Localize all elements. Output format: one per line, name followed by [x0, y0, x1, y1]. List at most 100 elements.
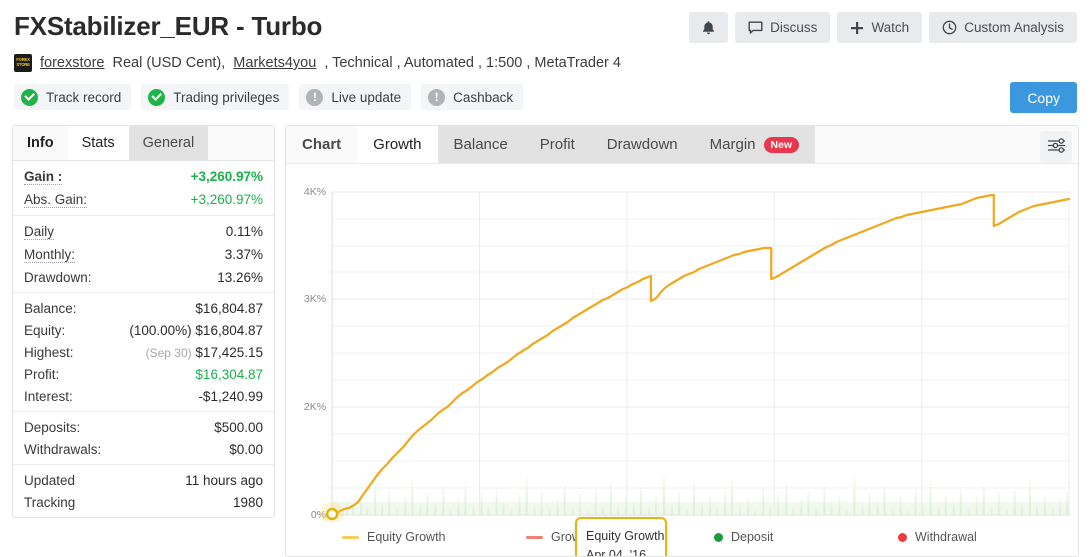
watch-label: Watch [871, 20, 910, 35]
stat-value: +3,260.97% [190, 191, 263, 207]
stat-value: $16,304.87 [195, 366, 263, 382]
header-actions: Discuss Watch Custom Analysis [689, 12, 1077, 43]
stat-value: $0.00 [229, 441, 263, 457]
title-row: FXStabilizer_EUR - Turbo Discuss Watch C… [14, 10, 1077, 43]
chart-panel: Chart Growth Balance Profit Drawdown Mar… [285, 125, 1079, 557]
stat-value-wrap: (Sep 30) $17,425.15 [146, 345, 263, 360]
stat-label: Withdrawals: [24, 441, 102, 457]
stat-value: +3,260.97% [190, 168, 263, 184]
comment-icon [748, 21, 763, 35]
stat-row-equity: Equity: (100.00%) $16,804.87 [24, 319, 263, 341]
check-circle-icon [148, 88, 166, 106]
notify-button[interactable] [689, 12, 729, 43]
chart-gridlines [331, 191, 1070, 516]
stat-value: $16,804.87 [195, 322, 263, 338]
stat-row-daily: Daily 0.11% [24, 220, 263, 243]
sliders-icon [1047, 137, 1066, 157]
legend-line-icon [342, 535, 359, 539]
stat-label: Equity: [24, 322, 66, 338]
page-title: FXStabilizer_EUR - Turbo [14, 11, 323, 41]
ytick-label: 2K% [304, 401, 326, 413]
tab-margin-label: Margin [709, 136, 756, 153]
stat-label: Gain : [24, 168, 63, 185]
badge-label: Cashback [453, 89, 514, 105]
stat-group-account: Balance: $16,804.87 Equity: (100.00%) $1… [13, 292, 274, 411]
growth-chart[interactable]: 4K% 3K% 2K% 0% Equity Growth Apr 04, '16 [286, 164, 1078, 556]
stat-row-withdrawals: Withdrawals: $0.00 [24, 438, 263, 460]
stat-row-gain: Gain : +3,260.97% [24, 165, 263, 188]
info-panel: Info Stats General Gain : +3,260.97% Abs… [12, 125, 275, 518]
content-area: Info Stats General Gain : +3,260.97% Abs… [0, 125, 1091, 557]
chart-settings-button[interactable] [1040, 131, 1072, 163]
badge-trading-privileges[interactable]: Trading privileges [141, 84, 290, 110]
exclamation-circle-icon [428, 88, 446, 106]
tab-drawdown[interactable]: Drawdown [590, 126, 694, 163]
copy-button[interactable]: Copy [1010, 82, 1077, 113]
chart-tabs: Chart Growth Balance Profit Drawdown Mar… [286, 126, 1078, 164]
tab-stats[interactable]: Stats [67, 126, 129, 160]
legend-dot-icon [714, 532, 723, 542]
chart-tooltip: Equity Growth Apr 04, '16 0.5% [575, 517, 667, 556]
stat-row-tracking: Tracking 1980 [24, 491, 263, 513]
stat-row-updated: Updated 11 hours ago [24, 469, 263, 491]
account-meta-text: , Technical , Automated , 1:500 , MetaTr… [324, 55, 621, 71]
new-badge: New [763, 137, 800, 154]
legend-item-withdrawal[interactable]: Withdrawal [894, 530, 1078, 544]
stat-value: $500.00 [214, 419, 263, 435]
broker-row: FOREX STORE forexstore Real (USD Cent), … [14, 54, 1077, 72]
stat-label: Tracking [24, 494, 76, 510]
check-circle-icon [21, 88, 38, 106]
badge-label: Track record [46, 89, 122, 105]
stat-row-balance: Balance: $16,804.87 [24, 297, 263, 319]
bell-icon [701, 20, 716, 36]
legend-label: Deposit [731, 530, 774, 544]
legend-line-icon [526, 535, 543, 539]
badge-live-update[interactable]: Live update [299, 84, 412, 110]
exclamation-circle-icon [306, 88, 324, 106]
stat-row-monthly: Monthly: 3.37% [24, 243, 263, 266]
stat-label: Daily [24, 223, 55, 240]
stat-label: Profit: [24, 366, 60, 382]
legend-item-deposit[interactable]: Deposit [710, 530, 894, 544]
page-header: FXStabilizer_EUR - Turbo Discuss Watch C… [0, 0, 1091, 113]
stat-row-abs-gain: Abs. Gain: +3,260.97% [24, 188, 263, 211]
tab-balance[interactable]: Balance [437, 126, 524, 163]
tab-growth[interactable]: Growth [357, 126, 438, 163]
tooltip-series: Equity Growth [586, 529, 665, 543]
stat-label: Interest: [24, 388, 73, 404]
clock-icon [942, 20, 957, 35]
logo-text-line2: STORE [16, 62, 30, 67]
stat-row-interest: Interest: -$1,240.99 [24, 385, 263, 407]
badge-cashback[interactable]: Cashback [421, 84, 524, 110]
stat-row-drawdown: Drawdown: 13.26% [24, 266, 263, 288]
account-owner-link[interactable]: forexstore [40, 55, 104, 71]
tab-general[interactable]: General [128, 126, 209, 160]
custom-analysis-button[interactable]: Custom Analysis [929, 12, 1077, 43]
discuss-label: Discuss [770, 20, 818, 35]
badge-label: Trading privileges [173, 89, 280, 105]
stat-value: 0.11% [225, 223, 263, 239]
stat-value-prefix: (100.00%) [129, 322, 192, 338]
stat-label: Highest: [24, 344, 74, 360]
stat-value: $17,425.15 [195, 344, 263, 360]
chart-y-axis: 4K% 3K% 2K% 0% [304, 186, 326, 521]
watch-button[interactable]: Watch [837, 12, 923, 43]
legend-item-equity-growth[interactable]: Equity Growth [342, 530, 526, 544]
badge-track-record[interactable]: Track record [14, 84, 132, 110]
equity-growth-line [331, 193, 1071, 516]
broker-link[interactable]: Markets4you [233, 55, 316, 71]
stat-value: 11 hours ago [185, 472, 263, 488]
tab-margin[interactable]: Margin New [693, 126, 816, 163]
tab-profit[interactable]: Profit [523, 126, 591, 163]
forexstore-logo: FOREX STORE [14, 54, 32, 72]
tab-chart[interactable]: Chart [286, 126, 357, 163]
discuss-button[interactable]: Discuss [735, 12, 831, 43]
stat-label: Abs. Gain: [24, 191, 88, 208]
tab-info[interactable]: Info [13, 126, 68, 160]
stat-value: 13.26% [217, 269, 263, 285]
legend-label: Equity Growth [367, 530, 446, 544]
info-panel-tabs: Info Stats General [13, 126, 274, 161]
stat-value-wrap: (100.00%) $16,804.87 [129, 323, 263, 338]
stat-label: Deposits: [24, 419, 81, 435]
account-type-text: Real (USD Cent), [112, 55, 226, 71]
